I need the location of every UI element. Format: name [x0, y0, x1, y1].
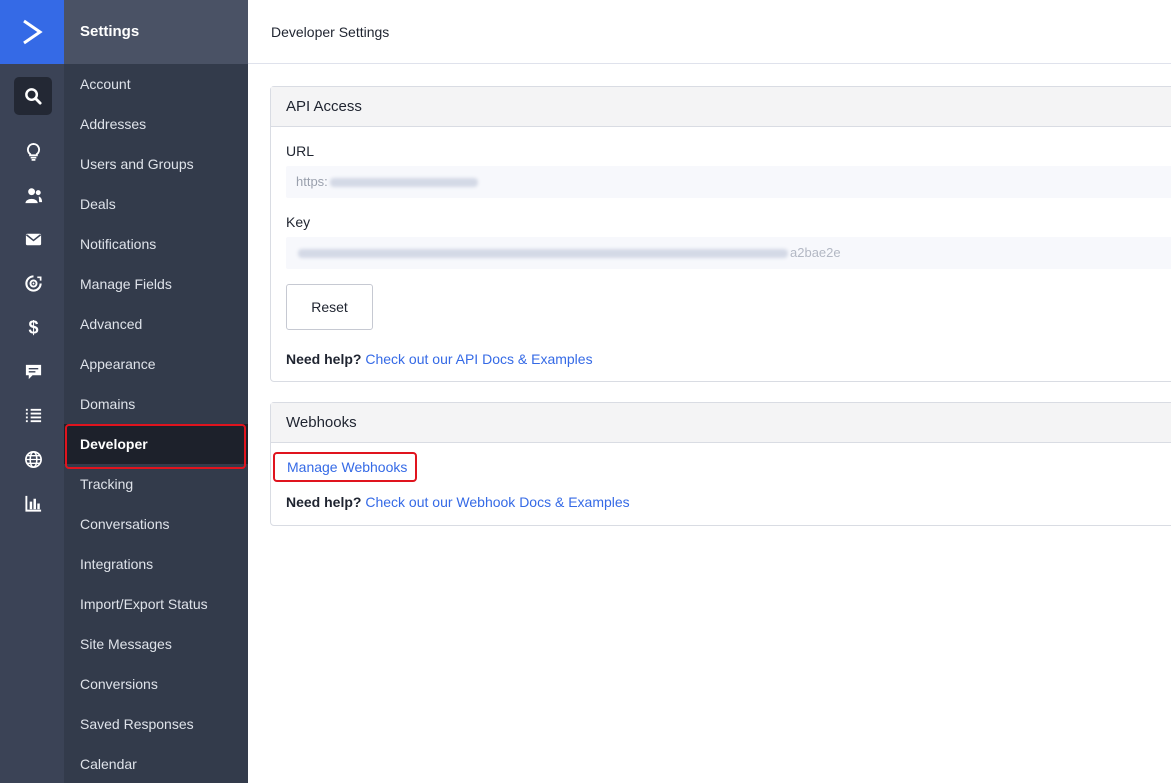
reports-icon[interactable] — [14, 484, 52, 522]
logo-arrow-icon[interactable] — [0, 0, 64, 64]
sidebar-item-conversations[interactable]: Conversations — [64, 504, 248, 544]
settings-sidebar: Settings Account Addresses Users and Gro… — [64, 0, 248, 783]
sidebar-item-users-and-groups[interactable]: Users and Groups — [64, 144, 248, 184]
icon-rail: $ — [0, 0, 64, 783]
search-icon[interactable] — [14, 77, 52, 115]
sidebar-item-account[interactable]: Account — [64, 64, 248, 104]
sidebar-item-tracking[interactable]: Tracking — [64, 464, 248, 504]
key-label: Key — [286, 214, 311, 230]
key-field[interactable]: a2bae2e — [286, 237, 1171, 269]
sidebar-item-manage-fields[interactable]: Manage Fields — [64, 264, 248, 304]
sidebar-item-appearance[interactable]: Appearance — [64, 344, 248, 384]
api-access-title: API Access — [271, 87, 1171, 127]
api-access-panel: API Access URL https: Key a2bae2e Reset … — [270, 86, 1171, 382]
api-help-text: Need help? Check out our API Docs & Exam… — [286, 351, 593, 367]
main-content: Developer Settings API Access URL https:… — [248, 0, 1171, 783]
url-value-prefix: https: — [296, 174, 328, 189]
sidebar-item-conversions[interactable]: Conversions — [64, 664, 248, 704]
svg-text:$: $ — [28, 318, 38, 337]
sidebar-item-addresses[interactable]: Addresses — [64, 104, 248, 144]
sidebar-item-developer[interactable]: Developer — [64, 424, 248, 464]
sidebar-item-integrations[interactable]: Integrations — [64, 544, 248, 584]
webhook-help-label: Need help? — [286, 494, 362, 510]
url-field[interactable]: https: — [286, 166, 1171, 198]
redacted-url — [329, 178, 478, 188]
sidebar-item-deals[interactable]: Deals — [64, 184, 248, 224]
sidebar-item-site-messages[interactable]: Site Messages — [64, 624, 248, 664]
dollar-icon[interactable]: $ — [14, 308, 52, 346]
webhook-docs-link[interactable]: Check out our Webhook Docs & Examples — [365, 494, 629, 510]
webhook-help-text: Need help? Check out our Webhook Docs & … — [286, 494, 630, 510]
sidebar-item-advanced[interactable]: Advanced — [64, 304, 248, 344]
page-title: Developer Settings — [248, 0, 1171, 64]
api-docs-link[interactable]: Check out our API Docs & Examples — [365, 351, 592, 367]
sidebar-item-calendar[interactable]: Calendar — [64, 744, 248, 783]
lightbulb-icon[interactable] — [14, 132, 52, 170]
list-icon[interactable] — [14, 396, 52, 434]
sidebar-item-saved-responses[interactable]: Saved Responses — [64, 704, 248, 744]
sidebar-item-domains[interactable]: Domains — [64, 384, 248, 424]
api-help-label: Need help? — [286, 351, 362, 367]
redacted-key — [298, 249, 788, 259]
webhooks-title: Webhooks — [271, 403, 1171, 443]
sidebar-title: Settings — [64, 0, 248, 64]
globe-icon[interactable] — [14, 440, 52, 478]
manage-webhooks-highlight-box: Manage Webhooks — [273, 452, 418, 482]
chat-icon[interactable] — [14, 352, 52, 390]
webhooks-panel: Webhooks Manage Webhooks Need help? Chec… — [270, 402, 1171, 526]
sidebar-item-import-export-status[interactable]: Import/Export Status — [64, 584, 248, 624]
automations-icon[interactable] — [14, 264, 52, 302]
sidebar-item-notifications[interactable]: Notifications — [64, 224, 248, 264]
manage-webhooks-link[interactable]: Manage Webhooks — [287, 459, 407, 475]
reset-button[interactable]: Reset — [286, 284, 373, 330]
key-value-suffix: a2bae2e — [790, 245, 841, 260]
url-label: URL — [286, 143, 315, 159]
mail-icon[interactable] — [14, 220, 52, 258]
contacts-icon[interactable] — [14, 176, 52, 214]
